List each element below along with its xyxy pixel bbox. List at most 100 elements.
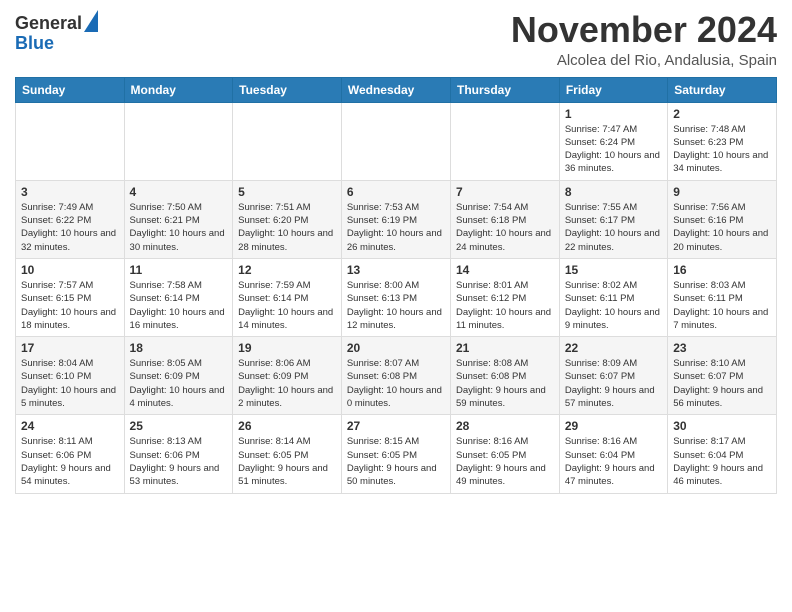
cell-content: Sunrise: 8:15 AMSunset: 6:05 PMDaylight:… — [347, 435, 445, 488]
calendar-cell — [341, 102, 450, 180]
calendar-cell — [16, 102, 125, 180]
calendar-cell: 11 Sunrise: 7:58 AMSunset: 6:14 PMDayligh… — [124, 258, 233, 336]
cell-content: Sunrise: 7:50 AMSunset: 6:21 PMDaylight:… — [130, 201, 228, 254]
cell-content: Sunrise: 8:02 AMSunset: 6:11 PMDaylight:… — [565, 279, 662, 332]
cell-content: Sunrise: 7:53 AMSunset: 6:19 PMDaylight:… — [347, 201, 445, 254]
calendar-body: 1 Sunrise: 7:47 AMSunset: 6:24 PMDaylight… — [16, 102, 777, 493]
day-number: 29 — [565, 419, 662, 433]
calendar-cell: 9Sunrise: 7:56 AMSunset: 6:16 PMDaylight… — [668, 180, 777, 258]
day-number: 7 — [456, 185, 554, 199]
calendar-week-4: 17 Sunrise: 8:04 AMSunset: 6:10 PMDayligh… — [16, 337, 777, 415]
day-number: 28 — [456, 419, 554, 433]
calendar-cell: 28 Sunrise: 8:16 AMSunset: 6:05 PMDayligh… — [451, 415, 560, 493]
cell-content: Sunrise: 7:58 AMSunset: 6:14 PMDaylight:… — [130, 279, 228, 332]
title-block: November 2024 Alcolea del Rio, Andalusia… — [511, 10, 777, 69]
calendar-table: SundayMondayTuesdayWednesdayThursdayFrid… — [15, 77, 777, 494]
day-number: 15 — [565, 263, 662, 277]
calendar-cell: 1 Sunrise: 7:47 AMSunset: 6:24 PMDaylight… — [559, 102, 667, 180]
day-number: 25 — [130, 419, 228, 433]
day-number: 18 — [130, 341, 228, 355]
cell-content: Sunrise: 8:03 AMSunset: 6:11 PMDaylight:… — [673, 279, 771, 332]
calendar-cell: 3Sunrise: 7:49 AMSunset: 6:22 PMDaylight… — [16, 180, 125, 258]
day-number: 1 — [565, 107, 662, 121]
day-number: 20 — [347, 341, 445, 355]
cell-content: Sunrise: 8:16 AMSunset: 6:05 PMDaylight:… — [456, 435, 554, 488]
cell-content: Sunrise: 8:09 AMSunset: 6:07 PMDaylight:… — [565, 357, 662, 410]
cell-content: Sunrise: 7:54 AMSunset: 6:18 PMDaylight:… — [456, 201, 554, 254]
page-header: General Blue November 2024 Alcolea del R… — [15, 10, 777, 69]
cell-content: Sunrise: 8:07 AMSunset: 6:08 PMDaylight:… — [347, 357, 445, 410]
day-number: 23 — [673, 341, 771, 355]
day-number: 5 — [238, 185, 336, 199]
calendar-cell: 15 Sunrise: 8:02 AMSunset: 6:11 PMDayligh… — [559, 258, 667, 336]
cell-content: Sunrise: 7:59 AMSunset: 6:14 PMDaylight:… — [238, 279, 336, 332]
month-title: November 2024 — [511, 10, 777, 50]
day-number: 10 — [21, 263, 119, 277]
calendar-cell: 4Sunrise: 7:50 AMSunset: 6:21 PMDaylight… — [124, 180, 233, 258]
cell-content: Sunrise: 8:05 AMSunset: 6:09 PMDaylight:… — [130, 357, 228, 410]
cell-content: Sunrise: 8:10 AMSunset: 6:07 PMDaylight:… — [673, 357, 771, 410]
calendar-week-5: 24Sunrise: 8:11 AMSunset: 6:06 PMDayligh… — [16, 415, 777, 493]
logo-general: General — [15, 14, 82, 34]
calendar-cell: 20 Sunrise: 8:07 AMSunset: 6:08 PMDayligh… — [341, 337, 450, 415]
cell-content: Sunrise: 7:56 AMSunset: 6:16 PMDaylight:… — [673, 201, 771, 254]
calendar-cell: 29 Sunrise: 8:16 AMSunset: 6:04 PMDayligh… — [559, 415, 667, 493]
logo: General Blue — [15, 14, 98, 54]
calendar-cell: 12 Sunrise: 7:59 AMSunset: 6:14 PMDayligh… — [233, 258, 342, 336]
cell-content: Sunrise: 8:14 AMSunset: 6:05 PMDaylight:… — [238, 435, 336, 488]
cell-content: Sunrise: 8:13 AMSunset: 6:06 PMDaylight:… — [130, 435, 228, 488]
cell-content: Sunrise: 8:11 AMSunset: 6:06 PMDaylight:… — [21, 435, 119, 488]
cell-content: Sunrise: 8:01 AMSunset: 6:12 PMDaylight:… — [456, 279, 554, 332]
cell-content: Sunrise: 8:04 AMSunset: 6:10 PMDaylight:… — [21, 357, 119, 410]
calendar-cell: 2Sunrise: 7:48 AMSunset: 6:23 PMDaylight… — [668, 102, 777, 180]
cell-content: Sunrise: 8:06 AMSunset: 6:09 PMDaylight:… — [238, 357, 336, 410]
weekday-header-wednesday: Wednesday — [341, 77, 450, 102]
location-subtitle: Alcolea del Rio, Andalusia, Spain — [511, 52, 777, 69]
calendar-cell: 8 Sunrise: 7:55 AMSunset: 6:17 PMDaylight… — [559, 180, 667, 258]
calendar-cell: 5 Sunrise: 7:51 AMSunset: 6:20 PMDaylight… — [233, 180, 342, 258]
day-number: 22 — [565, 341, 662, 355]
day-number: 21 — [456, 341, 554, 355]
day-number: 11 — [130, 263, 228, 277]
cell-content: Sunrise: 8:16 AMSunset: 6:04 PMDaylight:… — [565, 435, 662, 488]
calendar-cell: 23 Sunrise: 8:10 AMSunset: 6:07 PMDayligh… — [668, 337, 777, 415]
calendar-cell: 7 Sunrise: 7:54 AMSunset: 6:18 PMDaylight… — [451, 180, 560, 258]
day-number: 2 — [673, 107, 771, 121]
day-number: 19 — [238, 341, 336, 355]
calendar-cell: 14 Sunrise: 8:01 AMSunset: 6:12 PMDayligh… — [451, 258, 560, 336]
cell-content: Sunrise: 7:51 AMSunset: 6:20 PMDaylight:… — [238, 201, 336, 254]
day-number: 12 — [238, 263, 336, 277]
cell-content: Sunrise: 7:47 AMSunset: 6:24 PMDaylight:… — [565, 123, 662, 176]
day-number: 14 — [456, 263, 554, 277]
weekday-header-saturday: Saturday — [668, 77, 777, 102]
day-number: 17 — [21, 341, 119, 355]
day-number: 8 — [565, 185, 662, 199]
calendar-cell: 30Sunrise: 8:17 AMSunset: 6:04 PMDayligh… — [668, 415, 777, 493]
cell-content: Sunrise: 7:55 AMSunset: 6:17 PMDaylight:… — [565, 201, 662, 254]
logo-blue: Blue — [15, 34, 82, 54]
cell-content: Sunrise: 7:49 AMSunset: 6:22 PMDaylight:… — [21, 201, 119, 254]
calendar-week-1: 1 Sunrise: 7:47 AMSunset: 6:24 PMDaylight… — [16, 102, 777, 180]
calendar-week-3: 10 Sunrise: 7:57 AMSunset: 6:15 PMDayligh… — [16, 258, 777, 336]
calendar-cell: 19 Sunrise: 8:06 AMSunset: 6:09 PMDayligh… — [233, 337, 342, 415]
calendar-cell: 21 Sunrise: 8:08 AMSunset: 6:08 PMDayligh… — [451, 337, 560, 415]
calendar-cell: 16Sunrise: 8:03 AMSunset: 6:11 PMDayligh… — [668, 258, 777, 336]
day-number: 27 — [347, 419, 445, 433]
day-number: 26 — [238, 419, 336, 433]
cell-content: Sunrise: 8:08 AMSunset: 6:08 PMDaylight:… — [456, 357, 554, 410]
weekday-header-monday: Monday — [124, 77, 233, 102]
calendar-week-2: 3Sunrise: 7:49 AMSunset: 6:22 PMDaylight… — [16, 180, 777, 258]
logo-triangle-icon — [84, 10, 98, 32]
cell-content: Sunrise: 7:57 AMSunset: 6:15 PMDaylight:… — [21, 279, 119, 332]
calendar-cell: 18 Sunrise: 8:05 AMSunset: 6:09 PMDayligh… — [124, 337, 233, 415]
calendar-cell: 13Sunrise: 8:00 AMSunset: 6:13 PMDayligh… — [341, 258, 450, 336]
calendar-header-row: SundayMondayTuesdayWednesdayThursdayFrid… — [16, 77, 777, 102]
day-number: 6 — [347, 185, 445, 199]
weekday-header-sunday: Sunday — [16, 77, 125, 102]
weekday-header-thursday: Thursday — [451, 77, 560, 102]
calendar-cell: 26 Sunrise: 8:14 AMSunset: 6:05 PMDayligh… — [233, 415, 342, 493]
calendar-cell: 10 Sunrise: 7:57 AMSunset: 6:15 PMDayligh… — [16, 258, 125, 336]
calendar-cell: 6 Sunrise: 7:53 AMSunset: 6:19 PMDaylight… — [341, 180, 450, 258]
weekday-header-friday: Friday — [559, 77, 667, 102]
calendar-cell: 17 Sunrise: 8:04 AMSunset: 6:10 PMDayligh… — [16, 337, 125, 415]
